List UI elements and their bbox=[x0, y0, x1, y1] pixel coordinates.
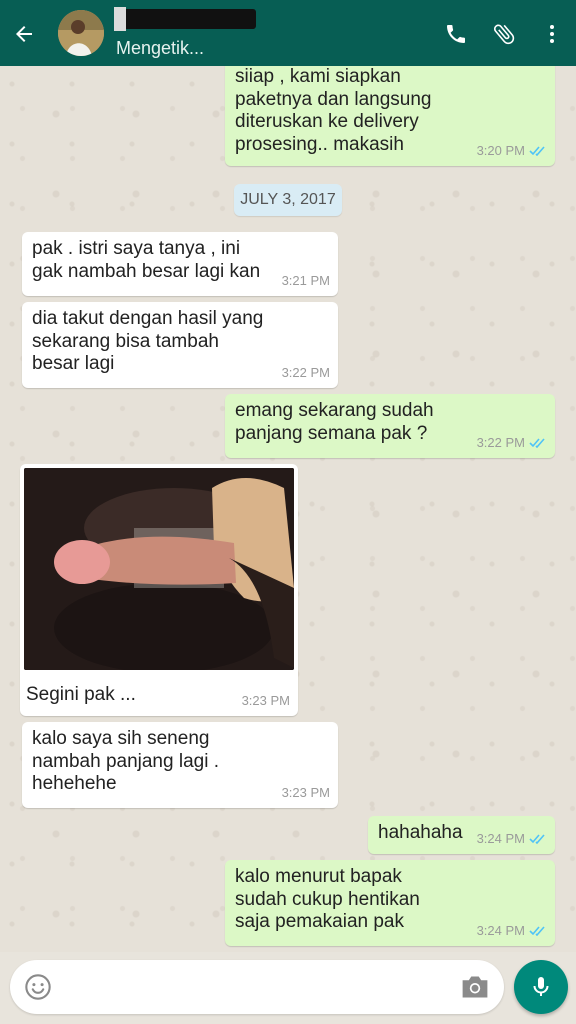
message-composer bbox=[10, 960, 504, 1014]
paperclip-icon bbox=[493, 24, 515, 45]
read-ticks-icon bbox=[529, 146, 545, 156]
message-meta: 3:20 PM bbox=[477, 140, 547, 163]
message-bubble-outgoing[interactable]: kalo menurut bapak sudah cukup hentikan … bbox=[225, 860, 555, 946]
read-ticks-icon bbox=[529, 834, 545, 844]
back-arrow-icon bbox=[16, 26, 32, 42]
message-bubble-incoming[interactable]: kalo saya sih seneng nambah panjang lagi… bbox=[22, 722, 338, 808]
message-meta: 3:21 PM bbox=[282, 270, 330, 293]
message-bubble-outgoing[interactable]: siiap , kami siapkan paketnya dan langsu… bbox=[225, 66, 555, 166]
more-options-button[interactable] bbox=[534, 16, 570, 52]
message-bubble-outgoing[interactable]: emang sekarang sudah panjang semana pak … bbox=[225, 394, 555, 458]
read-ticks-icon bbox=[529, 438, 545, 448]
read-ticks-icon bbox=[529, 926, 545, 936]
message-time: 3:21 PM bbox=[281, 272, 330, 288]
message-time: 3:24 PM bbox=[476, 830, 525, 846]
mic-icon bbox=[533, 977, 549, 996]
attach-button[interactable] bbox=[486, 16, 522, 52]
message-time: 3:22 PM bbox=[476, 434, 525, 450]
more-vert-icon bbox=[550, 25, 554, 43]
contact-status: Mengetik... bbox=[116, 38, 205, 58]
image-attachment[interactable] bbox=[24, 468, 294, 670]
message-bubble-outgoing[interactable]: hahahaha 3:24 PM bbox=[368, 816, 555, 854]
image-caption: Segini pak ... bbox=[26, 684, 136, 705]
chat-header: T Mengetik... bbox=[0, 0, 576, 66]
camera-button[interactable] bbox=[460, 974, 490, 1000]
message-meta: 3:24 PM bbox=[477, 920, 547, 943]
message-meta: 3:22 PM bbox=[477, 432, 547, 455]
message-time: 3:20 PM bbox=[476, 142, 525, 158]
message-meta: 3:23 PM bbox=[282, 782, 330, 805]
back-button[interactable] bbox=[6, 16, 42, 52]
name-redaction bbox=[114, 7, 256, 31]
message-meta: 3:22 PM bbox=[282, 362, 330, 385]
contact-name[interactable]: T bbox=[114, 6, 256, 32]
voice-call-button[interactable] bbox=[438, 16, 474, 52]
emoji-icon bbox=[25, 974, 51, 1000]
image-message-bubble[interactable]: Segini pak ... 3:23 PM bbox=[20, 464, 298, 716]
contact-avatar[interactable] bbox=[58, 10, 104, 56]
message-time: 3:22 PM bbox=[281, 364, 330, 380]
emoji-button[interactable] bbox=[24, 973, 52, 1001]
message-time: 3:23 PM bbox=[281, 784, 330, 800]
date-separator: JULY 3, 2017 bbox=[234, 184, 342, 216]
message-bubble-incoming[interactable]: dia takut dengan hasil yang sekarang bis… bbox=[22, 302, 338, 388]
message-input[interactable] bbox=[64, 972, 444, 1002]
phone-icon bbox=[447, 25, 465, 43]
message-bubble-incoming[interactable]: pak . istri saya tanya , ini gak nambah … bbox=[22, 232, 338, 296]
message-time: 3:23 PM bbox=[241, 692, 290, 708]
voice-message-button[interactable] bbox=[514, 960, 568, 1014]
message-list[interactable]: siiap , kami siapkan paketnya dan langsu… bbox=[0, 66, 576, 952]
message-meta: 3:23 PM bbox=[242, 690, 290, 713]
camera-icon bbox=[462, 976, 488, 998]
message-time: 3:24 PM bbox=[476, 922, 525, 938]
message-meta: 3:24 PM bbox=[477, 828, 547, 851]
